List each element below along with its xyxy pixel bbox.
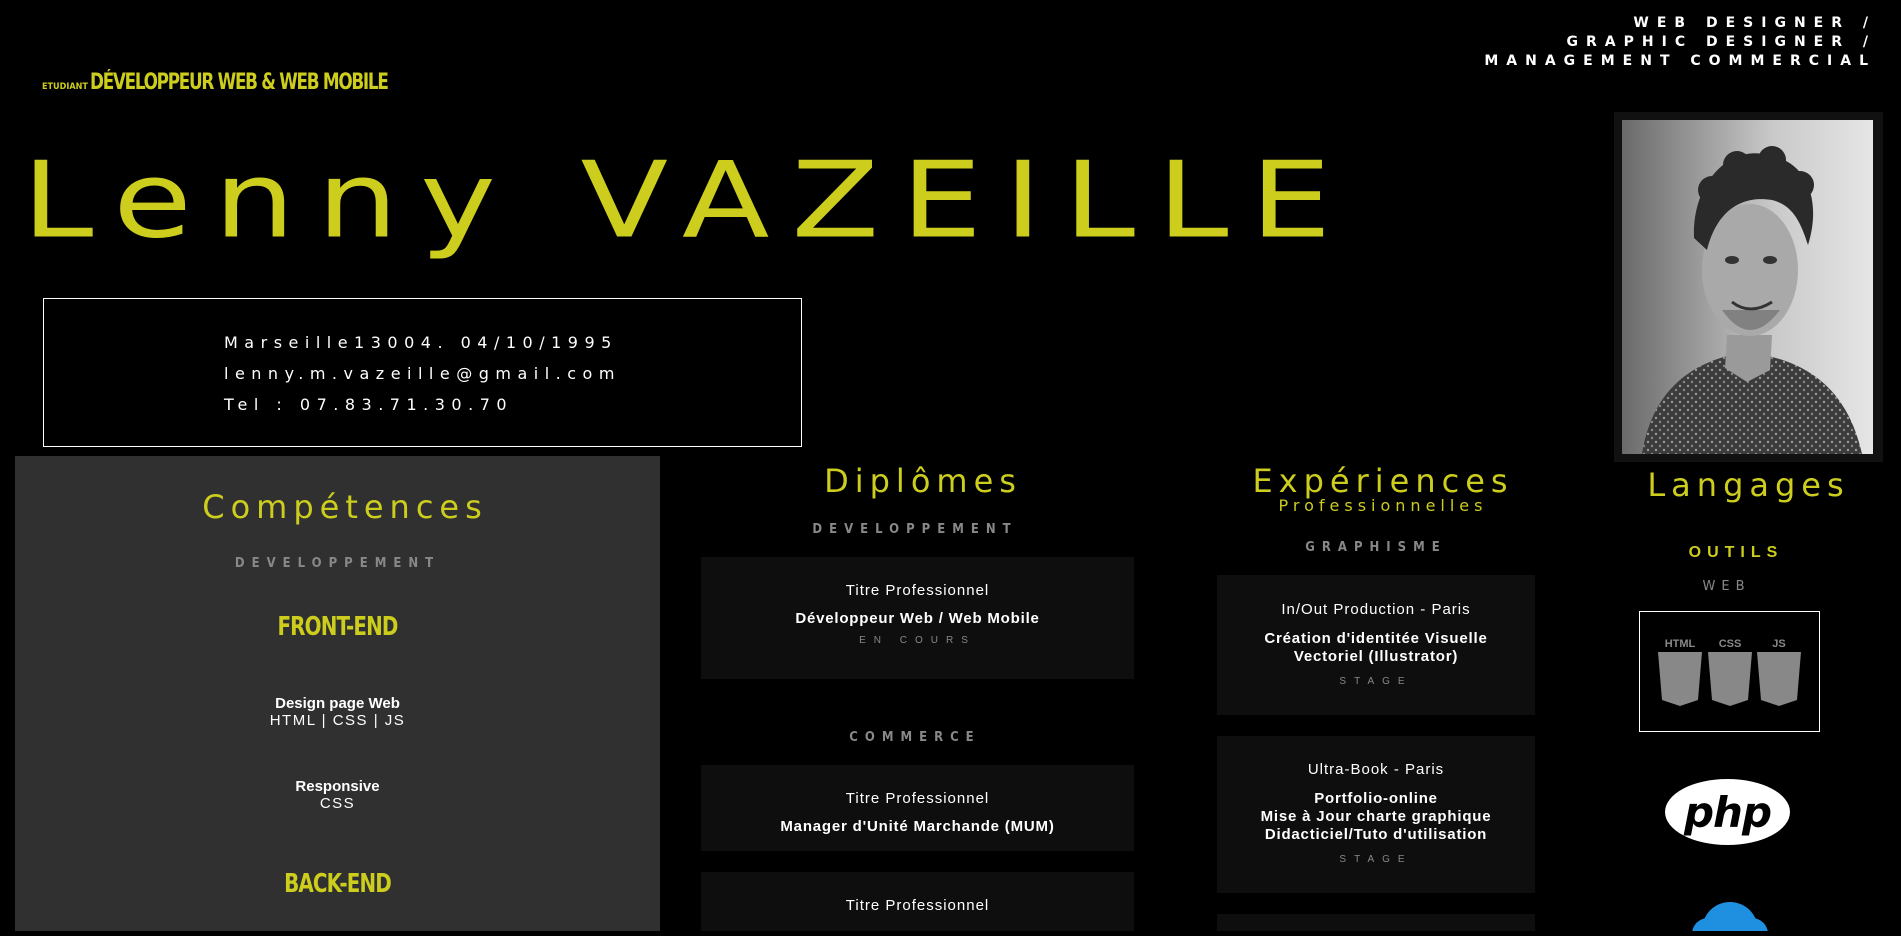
experience-card-inout: In/Out Production - Paris Création d'ide… bbox=[1217, 575, 1535, 715]
diplomes-category-commerce: COMMERCE bbox=[849, 730, 981, 745]
diplome-card-dev: Titre Professionnel Développeur Web / We… bbox=[701, 557, 1134, 679]
skill-detail: HTML | CSS | JS bbox=[269, 712, 406, 729]
card-title-line2: Mise à Jour charte graphique bbox=[1260, 808, 1492, 825]
badge-label: CSS bbox=[1718, 638, 1742, 650]
card-title: Manager d'Unité Marchande (MUM) bbox=[780, 818, 1055, 835]
card-tag: EN COURS bbox=[859, 635, 976, 646]
skill-design-web: Design page Web HTML | CSS | JS bbox=[15, 695, 660, 729]
langages-title: Langages bbox=[1647, 466, 1850, 504]
diplomes-title: Diplômes bbox=[824, 462, 1022, 500]
card-tag: STAGE bbox=[1339, 676, 1413, 687]
roles-block: WEB DESIGNER / GRAPHIC DESIGNER / MANAGE… bbox=[1484, 14, 1876, 71]
role-graphic-designer: GRAPHIC DESIGNER / bbox=[1566, 34, 1876, 50]
html-badge-icon: HTML bbox=[1658, 638, 1702, 713]
web-label: WEB bbox=[1702, 579, 1751, 594]
css-badge-icon: CSS bbox=[1708, 638, 1752, 713]
cloud-icon bbox=[1688, 898, 1772, 936]
experience-card-3 bbox=[1217, 914, 1535, 931]
role-web-designer: WEB DESIGNER / bbox=[1633, 15, 1876, 31]
contact-email[interactable]: lenny.m.vazeille@gmail.com bbox=[224, 364, 621, 383]
card-org: Titre Professionnel bbox=[845, 790, 990, 807]
experiences-title: Expériences bbox=[1252, 462, 1514, 500]
card-tag: STAGE bbox=[1339, 854, 1413, 865]
subtitle-student: ETUDIANT bbox=[42, 82, 88, 92]
php-logo-text: php bbox=[1683, 788, 1772, 837]
card-org: Titre Professionnel bbox=[845, 897, 990, 914]
card-org: Ultra-Book - Paris bbox=[1307, 761, 1445, 778]
card-org: In/Out Production - Paris bbox=[1281, 601, 1471, 618]
badge-label: HTML bbox=[1664, 638, 1696, 650]
skill-detail: CSS bbox=[319, 795, 356, 812]
badge-label: JS bbox=[1772, 638, 1786, 650]
page-title-name: Lenny VAZEILLE bbox=[22, 139, 1354, 262]
skill-title: Design page Web bbox=[275, 695, 400, 712]
contact-box: Marseille13004. 04/10/1995 lenny.m.vazei… bbox=[43, 298, 802, 447]
web-tools-box: HTML CSS JS bbox=[1639, 611, 1820, 732]
card-title-line1: Portfolio-online bbox=[1314, 790, 1438, 807]
card-title-line2: Vectoriel (Illustrator) bbox=[1293, 648, 1459, 665]
job-subtitle: ETUDIANTDÉVELOPPEUR WEB & WEB MOBILE bbox=[42, 70, 440, 95]
competences-category: DEVELOPPEMENT bbox=[234, 556, 441, 571]
contact-phone[interactable]: Tel : 07.83.71.30.70 bbox=[224, 395, 513, 414]
front-end-heading: FRONT-END bbox=[277, 612, 398, 642]
profile-photo bbox=[1622, 120, 1873, 454]
subtitle-job: DÉVELOPPEUR WEB & WEB MOBILE bbox=[89, 70, 389, 95]
role-management: MANAGEMENT COMMERCIAL bbox=[1484, 53, 1876, 69]
tools-label: OUTILS bbox=[1688, 544, 1784, 561]
profile-photo-frame bbox=[1614, 112, 1883, 462]
contact-address: Marseille13004. 04/10/1995 bbox=[224, 333, 618, 352]
php-logo-icon: php bbox=[1665, 779, 1790, 845]
competences-title: Compétences bbox=[202, 488, 488, 526]
experiences-subtitle: Professionnelles bbox=[1278, 496, 1488, 515]
js-badge-icon: JS bbox=[1757, 638, 1801, 713]
diplomes-category-dev: DEVELOPPEMENT bbox=[812, 522, 1018, 537]
skill-title: Responsive bbox=[295, 778, 380, 795]
skill-responsive: Responsive CSS bbox=[15, 778, 660, 812]
diplome-card-mum: Titre Professionnel Manager d'Unité Marc… bbox=[701, 765, 1134, 851]
competences-panel: Compétences DEVELOPPEMENT FRONT-END Desi… bbox=[15, 456, 660, 931]
card-title-line3: Didacticiel/Tuto d'utilisation bbox=[1264, 826, 1488, 843]
card-title-line1: Création d'identitée Visuelle bbox=[1264, 630, 1488, 647]
card-title: Développeur Web / Web Mobile bbox=[795, 610, 1040, 627]
experiences-category: GRAPHISME bbox=[1305, 540, 1447, 555]
diplome-card-3: Titre Professionnel bbox=[701, 872, 1134, 931]
card-org: Titre Professionnel bbox=[845, 582, 990, 599]
experience-card-ultrabook: Ultra-Book - Paris Portfolio-online Mise… bbox=[1217, 736, 1535, 893]
back-end-heading: BACK-END bbox=[284, 869, 392, 899]
